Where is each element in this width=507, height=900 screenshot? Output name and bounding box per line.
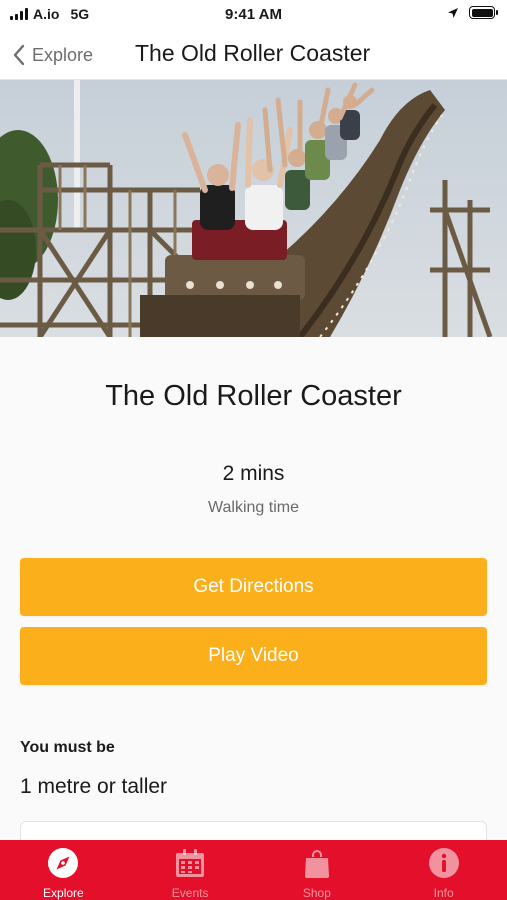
walking-time-value: 2 mins <box>222 462 285 485</box>
battery-level <box>471 8 493 17</box>
tab-bar: Explore Events Shop Info <box>0 840 507 900</box>
back-label: Explore <box>32 44 94 65</box>
tab-explore[interactable]: Explore <box>0 840 127 900</box>
walking-time-label: Walking time <box>208 499 299 516</box>
calendar-icon <box>174 847 206 879</box>
page-title: The Old Roller Coaster <box>135 40 371 66</box>
tab-shop[interactable]: Shop <box>254 840 381 900</box>
play-video-button[interactable]: Play Video <box>20 627 487 685</box>
requirement-value: 1 metre or taller <box>20 775 168 798</box>
tab-info[interactable]: Info <box>380 840 507 900</box>
info-icon <box>428 847 460 879</box>
location-arrow-icon <box>448 7 458 18</box>
status-right <box>447 6 498 19</box>
tab-events[interactable]: Events <box>127 840 254 900</box>
tab-info-label: Info <box>433 886 454 900</box>
hero-image <box>0 80 507 337</box>
attraction-title: The Old Roller Coaster <box>105 380 402 412</box>
back-button[interactable]: Explore <box>12 38 93 72</box>
chevron-left-icon <box>13 44 25 66</box>
tab-explore-label: Explore <box>43 886 84 900</box>
attraction-details: The Old Roller Coaster 2 mins Walking ti… <box>0 337 507 861</box>
status-time: 9:41 AM <box>225 6 282 23</box>
tab-shop-label: Shop <box>302 886 331 900</box>
compass-icon <box>47 847 79 879</box>
requirement-heading: You must be <box>20 739 115 756</box>
roller-coaster-illustration <box>0 80 507 337</box>
navigation-bar: Explore The Old Roller Coaster <box>0 30 507 80</box>
tab-events-label: Events <box>171 886 209 900</box>
status-bar: A.io 5G 9:41 AM <box>0 0 507 30</box>
shopping-bag-icon <box>301 847 333 879</box>
battery-icon <box>469 6 498 19</box>
get-directions-button[interactable]: Get Directions <box>20 558 487 616</box>
